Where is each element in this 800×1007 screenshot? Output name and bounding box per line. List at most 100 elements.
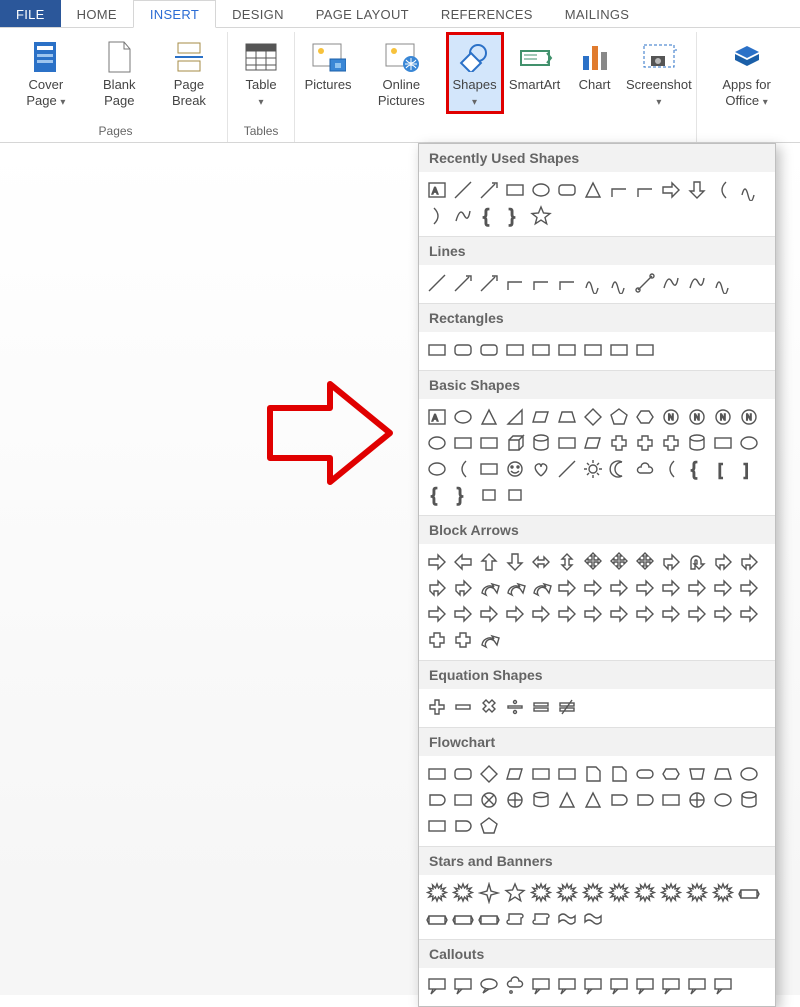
shape-item[interactable] — [711, 576, 735, 600]
shape-item[interactable] — [451, 178, 475, 202]
shape-item[interactable] — [659, 178, 683, 202]
shape-item[interactable] — [529, 204, 553, 228]
shape-item[interactable] — [451, 457, 475, 481]
shape-item[interactable] — [425, 204, 449, 228]
shape-item[interactable] — [711, 550, 735, 574]
shape-item[interactable] — [555, 762, 579, 786]
shape-item[interactable] — [659, 457, 683, 481]
shape-item[interactable] — [503, 695, 527, 719]
shape-item[interactable] — [659, 788, 683, 812]
shape-item[interactable] — [451, 550, 475, 574]
shape-item[interactable] — [503, 788, 527, 812]
smartart-button[interactable]: SmartArt — [508, 34, 562, 96]
shape-item[interactable] — [581, 431, 605, 455]
shape-item[interactable] — [737, 178, 761, 202]
shape-item[interactable] — [607, 974, 631, 998]
shape-item[interactable] — [581, 907, 605, 931]
shape-item[interactable] — [633, 762, 657, 786]
shape-item[interactable] — [607, 271, 631, 295]
shape-item[interactable] — [451, 204, 475, 228]
shape-item[interactable] — [503, 602, 527, 626]
tab-references[interactable]: REFERENCES — [425, 0, 549, 27]
shape-item[interactable] — [659, 881, 683, 905]
shape-item[interactable] — [711, 271, 735, 295]
shape-item[interactable] — [503, 405, 527, 429]
shape-item[interactable] — [555, 405, 579, 429]
shape-item[interactable] — [633, 576, 657, 600]
shape-item[interactable] — [581, 457, 605, 481]
shape-item[interactable] — [503, 550, 527, 574]
shape-item[interactable] — [529, 762, 553, 786]
shape-item[interactable] — [503, 974, 527, 998]
shape-item[interactable] — [477, 431, 501, 455]
shape-item[interactable] — [581, 881, 605, 905]
shape-item[interactable] — [633, 457, 657, 481]
shape-item[interactable] — [711, 881, 735, 905]
shape-item[interactable] — [737, 881, 761, 905]
shape-item[interactable]: [ — [711, 457, 735, 481]
cover-page-button[interactable]: Cover Page ▾ — [10, 34, 82, 112]
shape-item[interactable] — [607, 762, 631, 786]
shape-item[interactable] — [555, 431, 579, 455]
shape-item[interactable] — [581, 974, 605, 998]
shape-item[interactable] — [425, 907, 449, 931]
shape-item[interactable] — [711, 178, 735, 202]
shape-item[interactable] — [451, 974, 475, 998]
shape-item[interactable] — [607, 457, 631, 481]
shape-item[interactable] — [451, 814, 475, 838]
shape-item[interactable] — [529, 178, 553, 202]
shape-item[interactable] — [477, 405, 501, 429]
shape-item[interactable] — [555, 907, 579, 931]
online-pictures-button[interactable]: Online Pictures — [361, 34, 441, 111]
shape-item[interactable] — [503, 907, 527, 931]
shape-item[interactable] — [529, 907, 553, 931]
shape-item[interactable] — [451, 271, 475, 295]
shape-item[interactable] — [477, 628, 501, 652]
shape-item[interactable] — [555, 602, 579, 626]
shape-item[interactable] — [737, 431, 761, 455]
shape-item[interactable] — [529, 695, 553, 719]
shape-item[interactable] — [555, 974, 579, 998]
shape-item[interactable] — [659, 550, 683, 574]
shape-item[interactable] — [529, 602, 553, 626]
shape-item[interactable] — [607, 576, 631, 600]
shape-item[interactable] — [477, 178, 501, 202]
shape-item[interactable] — [451, 762, 475, 786]
shape-item[interactable] — [711, 602, 735, 626]
shape-item[interactable] — [555, 271, 579, 295]
shape-item[interactable] — [659, 762, 683, 786]
shape-item[interactable] — [633, 881, 657, 905]
shape-item[interactable] — [685, 271, 709, 295]
shape-item[interactable] — [633, 974, 657, 998]
shape-item[interactable]: A — [425, 178, 449, 202]
shape-item[interactable] — [503, 271, 527, 295]
shape-item[interactable] — [451, 907, 475, 931]
shape-item[interactable] — [451, 576, 475, 600]
shape-item[interactable] — [425, 762, 449, 786]
shape-item[interactable] — [477, 814, 501, 838]
blank-page-button[interactable]: Blank Page — [88, 34, 151, 111]
shape-item[interactable] — [529, 550, 553, 574]
shape-item[interactable]: N — [659, 405, 683, 429]
shape-item[interactable] — [503, 178, 527, 202]
shape-item[interactable] — [555, 338, 579, 362]
shape-item[interactable] — [581, 550, 605, 574]
shape-item[interactable] — [607, 550, 631, 574]
shape-item[interactable] — [711, 974, 735, 998]
shape-item[interactable] — [477, 695, 501, 719]
shape-item[interactable] — [685, 788, 709, 812]
shape-item[interactable] — [555, 576, 579, 600]
shape-item[interactable] — [607, 881, 631, 905]
shape-item[interactable] — [477, 271, 501, 295]
shape-item[interactable] — [503, 576, 527, 600]
tab-design[interactable]: DESIGN — [216, 0, 300, 27]
shape-item[interactable] — [555, 457, 579, 481]
tab-insert[interactable]: INSERT — [133, 0, 216, 28]
shape-item[interactable] — [425, 788, 449, 812]
shape-item[interactable] — [425, 814, 449, 838]
shape-item[interactable] — [451, 695, 475, 719]
shape-item[interactable] — [633, 338, 657, 362]
shapes-button[interactable]: Shapes▾ — [448, 34, 502, 112]
shape-item[interactable] — [685, 576, 709, 600]
shape-item[interactable] — [477, 550, 501, 574]
